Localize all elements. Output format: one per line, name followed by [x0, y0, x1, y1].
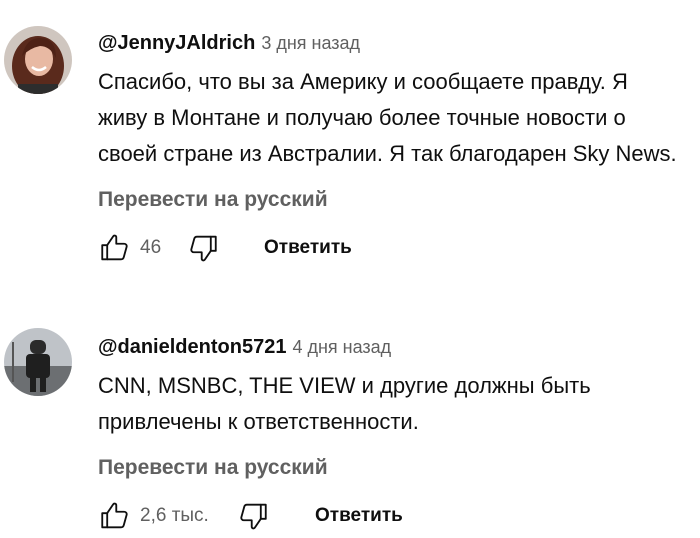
timestamp[interactable]: 3 дня назад — [261, 33, 360, 53]
comment: @danieldenton5721 4 дня назад CNN, MSNBC,… — [0, 318, 700, 534]
thumbs-down-icon[interactable] — [236, 499, 270, 533]
comment-body: @JennyJAldrich 3 дня назад Спасибо, что в… — [98, 28, 690, 268]
thumbs-down-icon[interactable] — [186, 231, 220, 265]
avatar[interactable] — [4, 328, 72, 396]
avatar[interactable] — [4, 26, 72, 94]
dislike-button[interactable] — [236, 496, 270, 536]
translate-button[interactable]: Перевести на русский — [98, 188, 328, 212]
timestamp[interactable]: 4 дня назад — [292, 337, 391, 357]
comment-header: @danieldenton5721 4 дня назад — [98, 332, 690, 362]
like-button[interactable] — [98, 228, 132, 268]
comment-actions: 46 Ответить — [98, 228, 690, 268]
thumbs-up-icon[interactable] — [98, 499, 132, 533]
comment-header: @JennyJAldrich 3 дня назад — [98, 28, 690, 58]
dislike-button[interactable] — [186, 228, 220, 268]
reply-button[interactable]: Ответить — [264, 237, 352, 259]
author-name[interactable]: @JennyJAldrich — [98, 32, 255, 54]
like-button[interactable] — [98, 496, 132, 536]
comment-actions: 2,6 тыс. Ответить — [98, 496, 690, 536]
author-name[interactable]: @danieldenton5721 — [98, 336, 286, 358]
comment-body: @danieldenton5721 4 дня назад CNN, MSNBC,… — [98, 332, 690, 536]
like-count: 2,6 тыс. — [140, 505, 209, 526]
thumbs-up-icon[interactable] — [98, 231, 132, 265]
reply-button[interactable]: Ответить — [315, 505, 403, 527]
like-count: 46 — [140, 237, 162, 258]
comment: @JennyJAldrich 3 дня назад Спасибо, что в… — [0, 0, 700, 300]
comment-text: CNN, MSNBC, THE VIEW и другие должны быт… — [98, 373, 591, 434]
translate-button[interactable]: Перевести на русский — [98, 456, 328, 480]
comment-text: Спасибо, что вы за Америку и сообщаете п… — [98, 69, 677, 166]
